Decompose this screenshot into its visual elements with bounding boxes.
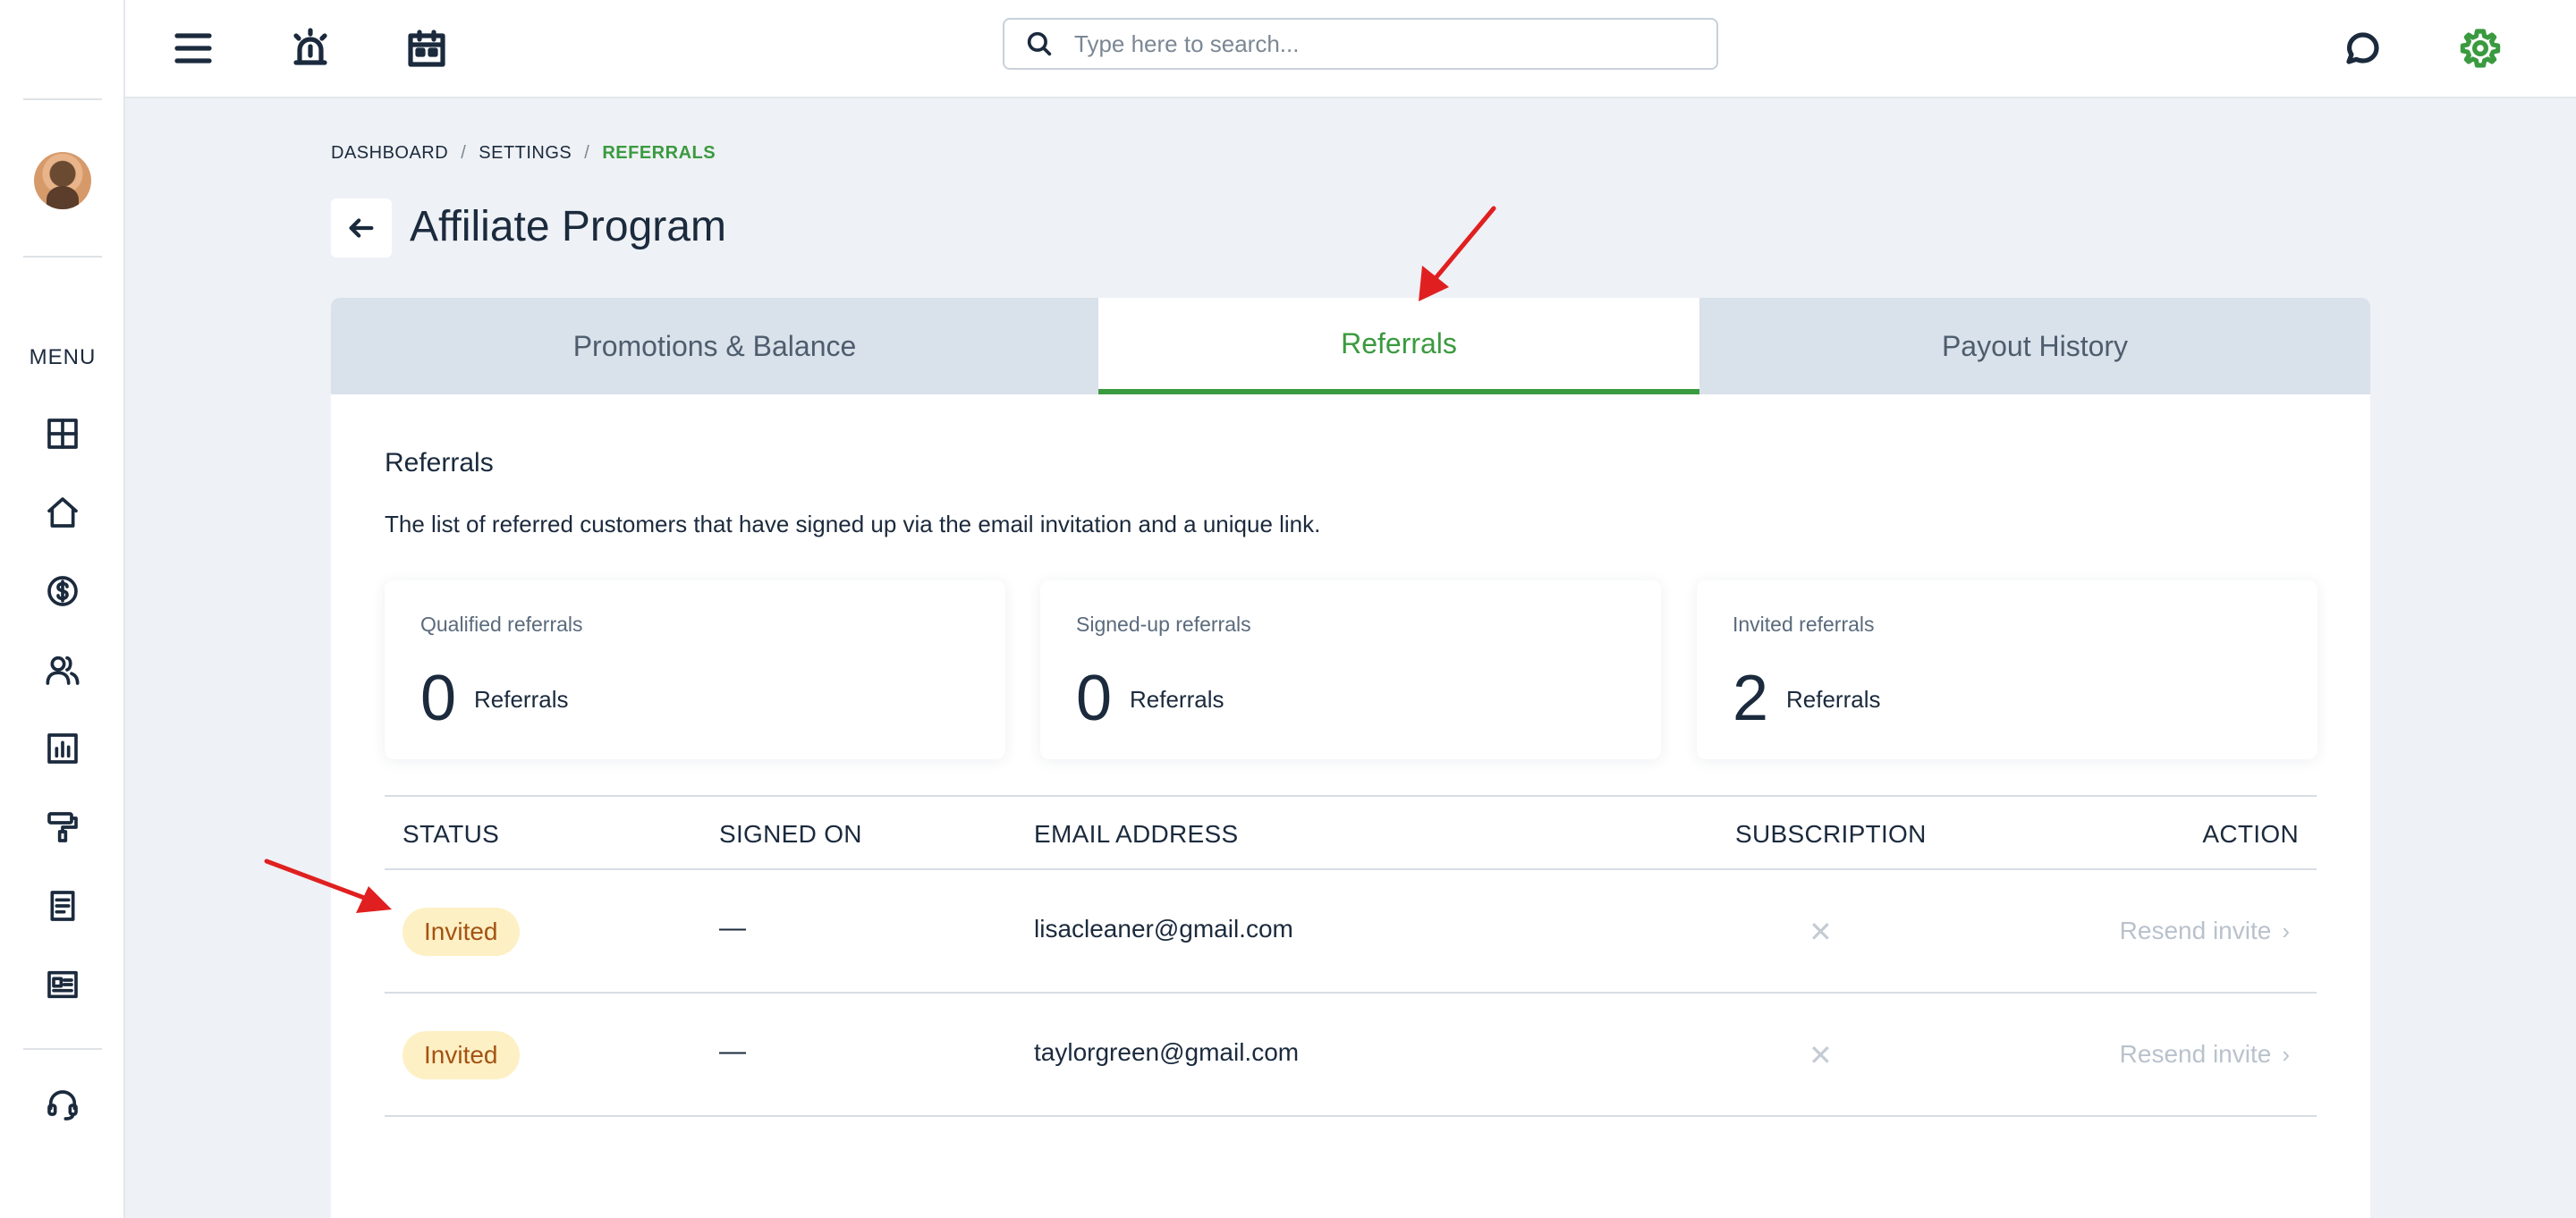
column-header-signed-on[interactable]: SIGNED ON <box>719 820 862 849</box>
referrals-table: STATUS SIGNED ON EMAIL ADDRESS SUBSCRIPT… <box>385 795 2317 1117</box>
news-icon[interactable] <box>41 963 84 1006</box>
stat-label: Signed-up referrals <box>1076 613 1251 636</box>
annotation-arrow-icon <box>1419 206 1496 301</box>
users-icon[interactable] <box>41 648 84 691</box>
alarm-icon[interactable] <box>282 20 339 77</box>
menu-label: MENU <box>29 345 97 369</box>
tab-promotions-balance[interactable]: Promotions & Balance <box>331 298 1098 394</box>
search-input[interactable] <box>1074 30 1700 58</box>
chevron-right-icon: › <box>2282 1040 2290 1068</box>
arrow-left-icon <box>349 218 374 238</box>
table-header: STATUS SIGNED ON EMAIL ADDRESS SUBSCRIPT… <box>385 795 2317 870</box>
status-badge: Invited <box>402 1031 520 1079</box>
sidebar: MENU <box>0 0 125 1218</box>
hamburger-menu-icon[interactable] <box>165 20 222 77</box>
email-value: lisacleaner@gmail.com <box>1034 915 1293 943</box>
sidebar-divider <box>23 256 102 258</box>
stat-unit: Referrals <box>1130 686 1224 713</box>
chat-icon[interactable] <box>2334 20 2391 77</box>
stat-value: 2 <box>1733 663 1769 734</box>
table-row: Invited — lisacleaner@gmail.com ✕ Resend… <box>385 870 2317 994</box>
tab-referrals[interactable]: Referrals <box>1098 298 1699 394</box>
breadcrumb: DASHBOARD / SETTINGS / REFERRALS <box>331 143 716 164</box>
page-title: Affiliate Program <box>410 203 726 250</box>
chevron-right-icon: › <box>2282 917 2290 944</box>
stat-value: 0 <box>420 663 457 734</box>
calendar-icon[interactable] <box>398 20 455 77</box>
tab-payout-history[interactable]: Payout History <box>1699 298 2370 394</box>
resend-invite-button[interactable]: Resend invite › <box>2120 1040 2290 1069</box>
column-header-subscription[interactable]: SUBSCRIPTION <box>1735 820 1927 849</box>
breadcrumb-separator: / <box>584 143 590 163</box>
section-description: The list of referred customers that have… <box>385 511 1321 537</box>
breadcrumb-dashboard[interactable]: DASHBOARD <box>331 143 448 164</box>
section-title: Referrals <box>385 448 494 478</box>
search-icon <box>1027 31 1052 56</box>
breadcrumb-settings[interactable]: SETTINGS <box>479 143 572 164</box>
dashboard-icon[interactable] <box>41 412 84 455</box>
signed-on-value: — <box>719 913 746 943</box>
stat-card-invited: Invited referrals 2 Referrals <box>1697 580 2318 759</box>
sidebar-divider <box>23 1048 102 1050</box>
sidebar-divider <box>23 98 102 100</box>
document-icon[interactable] <box>41 884 84 927</box>
back-button[interactable] <box>331 199 392 258</box>
stat-label: Invited referrals <box>1733 613 1875 636</box>
stat-card-signed-up: Signed-up referrals 0 Referrals <box>1040 580 1661 759</box>
resend-invite-button[interactable]: Resend invite › <box>2120 917 2290 945</box>
headset-icon[interactable] <box>41 1084 84 1127</box>
stat-unit: Referrals <box>1786 686 1881 713</box>
stat-label: Qualified referrals <box>420 613 583 636</box>
search-bar[interactable] <box>1003 18 1718 70</box>
table-row: Invited — taylorgreen@gmail.com ✕ Resend… <box>385 994 2317 1117</box>
stat-value: 0 <box>1076 663 1113 734</box>
tab-bar: Promotions & Balance Referrals Payout Hi… <box>331 298 2370 394</box>
breadcrumb-separator: / <box>461 143 467 163</box>
main-card: Promotions & Balance Referrals Payout Hi… <box>331 298 2370 1218</box>
dollar-icon[interactable] <box>41 570 84 613</box>
paint-roller-icon[interactable] <box>41 806 84 849</box>
column-header-email[interactable]: EMAIL ADDRESS <box>1034 820 1239 849</box>
resend-invite-label: Resend invite <box>2119 1040 2272 1068</box>
column-header-action[interactable]: ACTION <box>2202 820 2299 849</box>
gear-icon[interactable] <box>2452 20 2509 77</box>
home-icon[interactable] <box>41 491 84 534</box>
topbar <box>125 0 2576 98</box>
status-badge: Invited <box>402 908 520 956</box>
stat-card-qualified: Qualified referrals 0 Referrals <box>385 580 1005 759</box>
signed-on-value: — <box>719 1036 746 1066</box>
resend-invite-label: Resend invite <box>2119 917 2272 944</box>
stat-unit: Referrals <box>474 686 569 713</box>
chart-icon[interactable] <box>41 727 84 770</box>
column-header-status[interactable]: STATUS <box>402 820 499 849</box>
breadcrumb-referrals: REFERRALS <box>602 143 716 163</box>
user-avatar[interactable] <box>34 152 91 209</box>
close-icon: ✕ <box>1809 1039 1833 1071</box>
close-icon: ✕ <box>1809 916 1833 948</box>
email-value: taylorgreen@gmail.com <box>1034 1038 1300 1066</box>
